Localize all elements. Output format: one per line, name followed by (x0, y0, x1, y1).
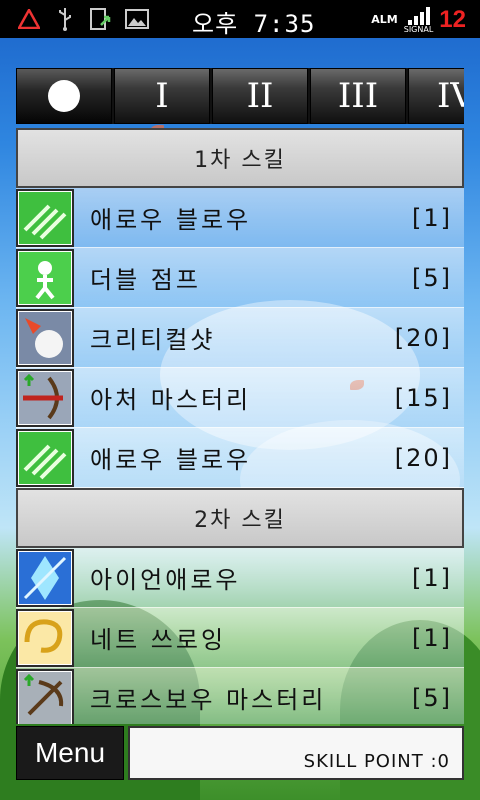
image-icon (124, 6, 150, 32)
tab-2[interactable]: II (212, 68, 308, 124)
warning-icon (16, 6, 42, 32)
archer-mastery-icon (16, 368, 74, 427)
critical-shot-icon (16, 308, 74, 367)
skill-row[interactable]: 더블 점프 [5] (16, 248, 464, 308)
iron-arrow-icon (16, 548, 74, 607)
tab-3[interactable]: III (310, 68, 406, 124)
menu-button[interactable]: Menu (16, 726, 124, 780)
clock: 오후 7:35 (192, 10, 316, 38)
status-bar: 오후 7:35 ALM SIGNAL 12 (0, 0, 480, 38)
double-jump-icon (16, 248, 74, 307)
skill-row[interactable]: 애로우 블로우 [1] (16, 188, 464, 248)
skill-point-display: SKILL POINT :0 (128, 726, 464, 780)
signal-bars-icon (407, 7, 430, 25)
skill-row[interactable]: 애로우 블로우 [20] (16, 428, 464, 488)
crossbow-mastery-icon (16, 668, 74, 724)
arrow-blow-icon (16, 188, 74, 247)
section-header-2: 2차 스킬 (16, 488, 464, 548)
signal-indicator: SIGNAL (404, 7, 433, 34)
skill-row[interactable]: 아이언애로우 [1] (16, 548, 464, 608)
sync-icon (88, 6, 114, 32)
skill-row[interactable]: 크리티컬샷 [20] (16, 308, 464, 368)
net-throwing-icon (16, 608, 74, 667)
skill-tier-tabs: I II III IV (16, 68, 464, 124)
skill-list[interactable]: 1차 스킬 애로우 블로우 [1] 더블 점프 [5] 크리티컬샷 [20] 아… (16, 128, 464, 724)
usb-icon (52, 6, 78, 32)
tab-all[interactable] (16, 68, 112, 124)
skill-row[interactable]: 네트 쓰로잉 [1] (16, 608, 464, 668)
skill-point-label: SKILL POINT :0 (303, 751, 450, 772)
skill-row[interactable]: 아처 마스터리 [15] (16, 368, 464, 428)
circle-dot-icon (48, 80, 80, 112)
skill-row[interactable]: 크로스보우 마스터리 [5] (16, 668, 464, 724)
bottom-bar: Menu SKILL POINT :0 (16, 726, 464, 780)
arrow-blow-icon (16, 428, 74, 487)
tab-4[interactable]: IV (408, 68, 464, 124)
battery-level: 12 (439, 6, 466, 33)
tab-1[interactable]: I (114, 68, 210, 124)
section-header-1: 1차 스킬 (16, 128, 464, 188)
alarm-indicator: ALM (371, 12, 398, 26)
